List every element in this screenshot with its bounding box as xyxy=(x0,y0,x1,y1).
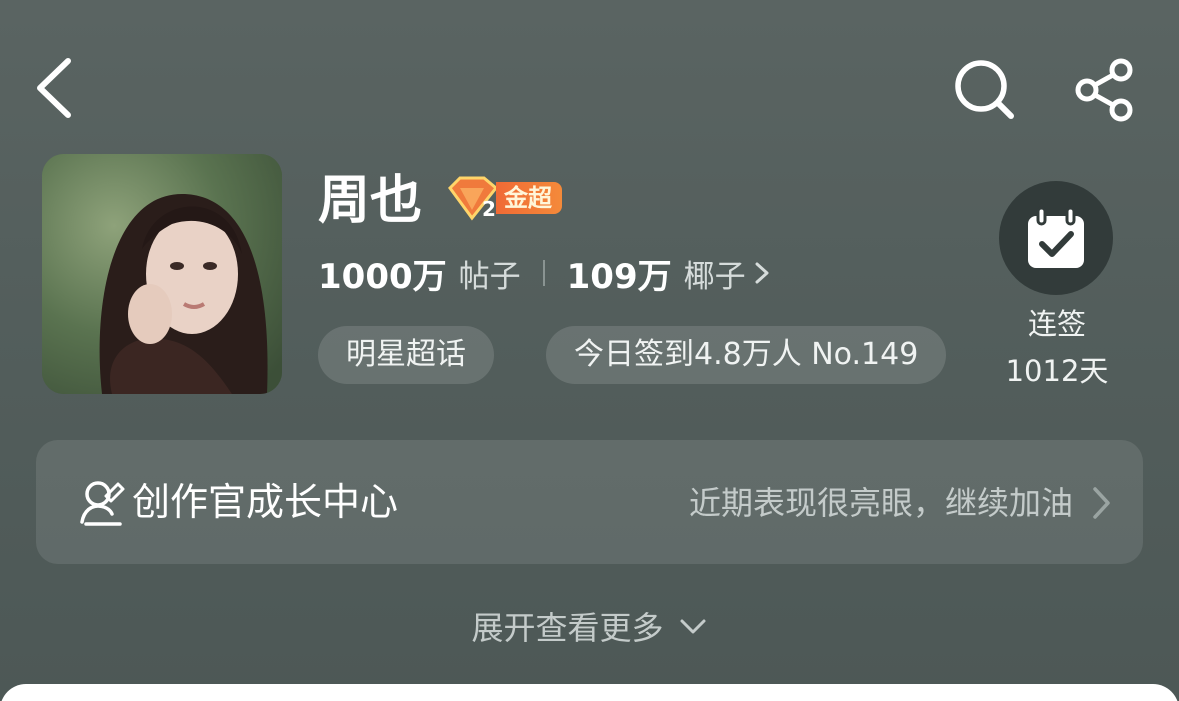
signin-label: 连签 xyxy=(1027,307,1086,341)
top-bar xyxy=(0,0,1179,180)
signin-button[interactable] xyxy=(999,181,1113,295)
posts-count: 1000万 xyxy=(318,256,447,297)
expand-more-button[interactable]: 展开查看更多 xyxy=(0,600,1179,652)
level-badge[interactable]: 2 金超 xyxy=(444,176,578,221)
diamond-level-icon: 2 xyxy=(448,176,499,221)
badge-label: 金超 xyxy=(496,182,562,214)
avatar[interactable] xyxy=(42,154,282,394)
growth-center-card[interactable]: 创作官成长中心 近期表现很亮眼，继续加油 xyxy=(36,440,1143,564)
coconuts-label[interactable]: 椰子 xyxy=(684,251,746,296)
growth-center-subtitle: 近期表现很亮眼，继续加油 xyxy=(688,484,1073,522)
stats-row: 1000万 帖子 109万 椰子 xyxy=(318,249,772,298)
pen-person-icon xyxy=(80,481,125,526)
back-chevron-left-icon[interactable] xyxy=(28,55,84,121)
topic-title: 周也 xyxy=(318,171,423,231)
chevron-right-icon[interactable] xyxy=(752,260,772,286)
search-icon[interactable] xyxy=(953,58,1017,122)
posts-label: 帖子 xyxy=(458,258,521,295)
category-chip[interactable]: 明星超话 xyxy=(318,326,494,384)
chevron-right-icon xyxy=(1093,487,1110,519)
expand-label: 展开查看更多 xyxy=(471,609,664,647)
share-icon[interactable] xyxy=(1073,58,1137,122)
chevron-down-icon xyxy=(680,619,705,634)
growth-center-title: 创作官成长中心 xyxy=(132,480,399,524)
avatar-photo xyxy=(42,154,282,394)
svg-text:2: 2 xyxy=(482,197,496,221)
signin-days: 1012天 xyxy=(1005,354,1109,388)
checkin-stats-chip[interactable]: 今日签到4.8万人 No.149 xyxy=(546,326,947,384)
stats-divider xyxy=(542,260,545,286)
coconuts-count[interactable]: 109万 xyxy=(567,249,672,298)
content-sheet xyxy=(0,684,1179,701)
calendar-check-icon xyxy=(1028,206,1084,268)
